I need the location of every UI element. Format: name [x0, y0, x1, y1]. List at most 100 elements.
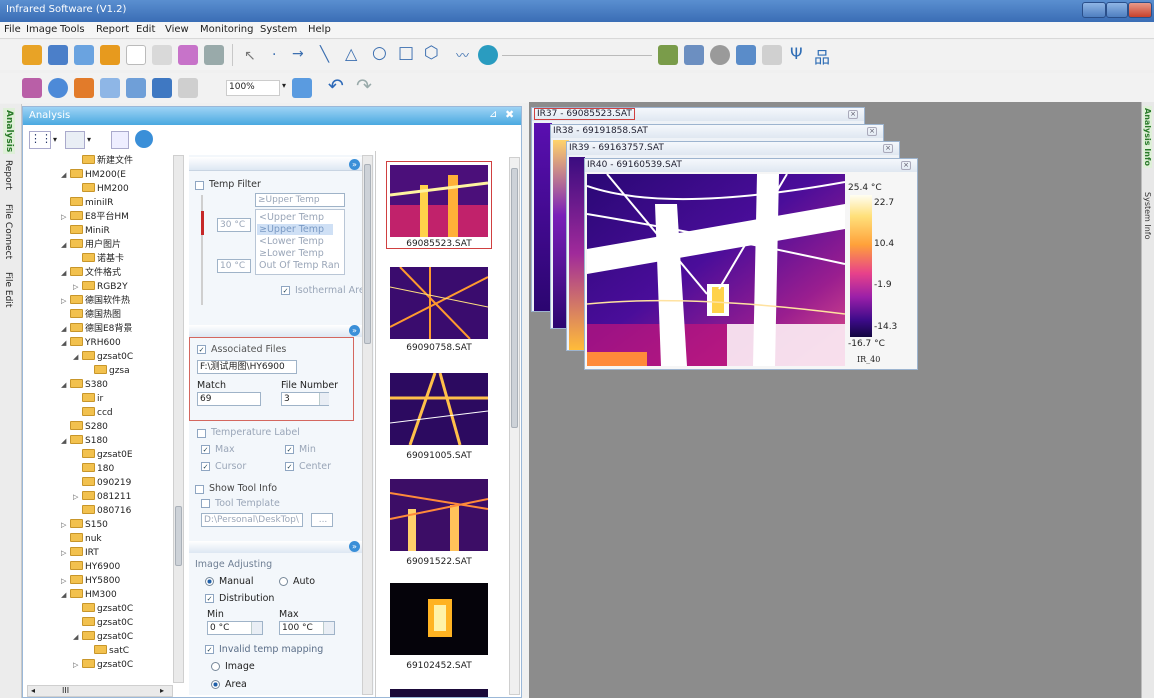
list-icon[interactable] [100, 78, 120, 98]
collapse-icon[interactable]: » [349, 541, 360, 552]
tree-node[interactable]: satC [85, 645, 129, 657]
close-icon[interactable]: × [867, 127, 877, 136]
temperature-label-checkbox[interactable] [197, 429, 206, 438]
tree-node[interactable]: gzsat0C [73, 603, 133, 615]
menu-image[interactable]: Image [26, 24, 57, 35]
tree-node[interactable]: ◢ 文件格式 [61, 267, 121, 279]
filter-option[interactable]: ≥Lower Temp [259, 248, 324, 259]
close-window-button[interactable] [1128, 2, 1152, 18]
tree-node[interactable]: gzsat0E [73, 449, 133, 461]
fusion-icon[interactable] [204, 45, 224, 65]
line-tool-icon[interactable]: → [292, 46, 304, 62]
menu-tools[interactable]: Tools [60, 24, 85, 35]
tree-vscrollbar[interactable] [173, 155, 184, 683]
ir-window-title-bar[interactable]: IR39 - 69163757.SAT [567, 142, 899, 155]
properties-scrollbar[interactable] [362, 155, 373, 695]
collapse-icon[interactable]: » [349, 159, 360, 170]
lower-temp-input[interactable]: 10 °C [217, 259, 251, 273]
tree-node[interactable]: MiniR [61, 225, 110, 237]
ir-window-title-bar[interactable]: IR38 - 69191858.SAT [551, 125, 883, 138]
tree-node[interactable]: ir [73, 393, 103, 405]
thumbnail-image[interactable] [390, 479, 488, 551]
tree-node[interactable]: ccd [73, 407, 113, 419]
collapsed-arrow-icon[interactable]: ▷ [61, 211, 70, 223]
tree-node[interactable]: 新建文件 [73, 155, 133, 167]
gradient-icon[interactable] [74, 78, 94, 98]
tool-template-path[interactable]: D:\Personal\DeskTop\ [201, 513, 303, 527]
tree-hscrollbar[interactable]: ◂ III ▸ [27, 685, 173, 697]
menu-view[interactable]: View [165, 24, 189, 35]
collapse-icon[interactable]: » [349, 325, 360, 336]
layout-icon[interactable] [126, 78, 146, 98]
new-page-icon[interactable] [126, 45, 146, 65]
tool-template-checkbox[interactable] [201, 499, 210, 508]
minimize-button[interactable] [1082, 2, 1106, 18]
collapsed-arrow-icon[interactable]: ▷ [61, 295, 70, 307]
usb-icon[interactable]: Ψ [790, 44, 803, 63]
tree-node[interactable]: 诺基卡 [73, 253, 124, 265]
collapsed-arrow-icon[interactable]: ▷ [73, 491, 82, 503]
collapsed-arrow-icon[interactable]: ▷ [73, 281, 82, 293]
open-icon[interactable] [22, 45, 42, 65]
network-icon[interactable]: 品 [814, 44, 830, 68]
tree-node[interactable]: ▷ RGB2Y [73, 281, 128, 293]
expanded-arrow-icon[interactable]: ◢ [61, 267, 70, 279]
point-tool-icon[interactable]: · [272, 47, 276, 63]
tab-system-info[interactable]: System Info [1143, 192, 1152, 240]
rectangle-tool-icon[interactable]: □ [398, 43, 414, 63]
maximize-button[interactable] [1106, 2, 1128, 18]
upper-temp-input[interactable]: 30 °C [217, 218, 251, 232]
camera-icon[interactable] [710, 45, 730, 65]
expanded-arrow-icon[interactable]: ◢ [61, 435, 70, 447]
tree-node[interactable]: gzsat0C [73, 617, 133, 629]
zoom-field[interactable]: 100% [226, 80, 280, 96]
profile-icon[interactable]: 〰 [456, 45, 469, 64]
polygon-tool-icon[interactable]: ⬡ [424, 43, 439, 63]
collapsed-arrow-icon[interactable]: ▷ [61, 519, 70, 531]
filter-mode-list[interactable]: <Upper Temp ≥Upper Temp <Lower Temp ≥Low… [255, 209, 345, 275]
isothermal-checkbox[interactable]: ✓ [281, 286, 290, 295]
tree-node[interactable]: HM200 [73, 183, 129, 195]
collapsed-arrow-icon[interactable]: ▷ [61, 575, 70, 587]
menu-help[interactable]: Help [308, 24, 331, 35]
filter-option[interactable]: <Upper Temp [259, 212, 324, 223]
chat-icon[interactable] [152, 78, 172, 98]
ir-window-title-bar[interactable]: IR37 - 69085523.SAT [532, 108, 864, 121]
thumbnail-image[interactable] [390, 373, 488, 445]
thermal-image[interactable] [587, 174, 845, 366]
compare-icon[interactable] [684, 45, 704, 65]
max-spinner[interactable] [323, 622, 334, 634]
tree-node[interactable]: ▷ HY5800 [61, 575, 120, 587]
expanded-arrow-icon[interactable]: ◢ [73, 631, 82, 643]
area-radio[interactable] [211, 680, 220, 689]
pin-icon[interactable]: ⊿ [489, 109, 497, 120]
min-checkbox[interactable]: ✓ [285, 445, 294, 454]
expanded-arrow-icon[interactable]: ◢ [61, 589, 70, 601]
thumbnail-image[interactable] [390, 583, 488, 655]
menu-monitoring[interactable]: Monitoring [200, 24, 253, 35]
zoom-fit-icon[interactable] [292, 78, 312, 98]
file-number-spinner[interactable] [319, 393, 329, 405]
tree-node[interactable]: 德国热图 [61, 309, 121, 321]
zoom-dropdown-icon[interactable]: ▾ [282, 81, 286, 90]
sat-file-icon[interactable] [65, 131, 85, 149]
contrast-icon[interactable] [48, 78, 68, 98]
tree-node[interactable]: ◢ HM300 [61, 589, 117, 601]
thumbnail-scrollbar[interactable] [509, 157, 520, 695]
tree-node[interactable]: HY6900 [61, 561, 120, 573]
thumbnail-image[interactable] [390, 165, 488, 237]
palette-icon[interactable] [22, 78, 42, 98]
settings-icon[interactable] [762, 45, 782, 65]
manual-radio[interactable] [205, 577, 214, 586]
tree-node[interactable]: ◢ gzsat0C [73, 351, 133, 363]
tree-node[interactable]: ◢ 用户图片 [61, 239, 121, 251]
tree-node[interactable]: gzsa [85, 365, 130, 377]
tree-node[interactable]: ▷ E8平台HM [61, 211, 129, 223]
tree-node[interactable]: ◢ YRH600 [61, 337, 121, 349]
save-icon[interactable] [48, 45, 68, 65]
tree-node[interactable]: ▷ S150 [61, 519, 108, 531]
close-icon[interactable]: × [883, 144, 893, 153]
report-icon[interactable] [658, 45, 678, 65]
thumbnail-image[interactable] [390, 267, 488, 339]
tree-node[interactable]: S280 [61, 421, 108, 433]
